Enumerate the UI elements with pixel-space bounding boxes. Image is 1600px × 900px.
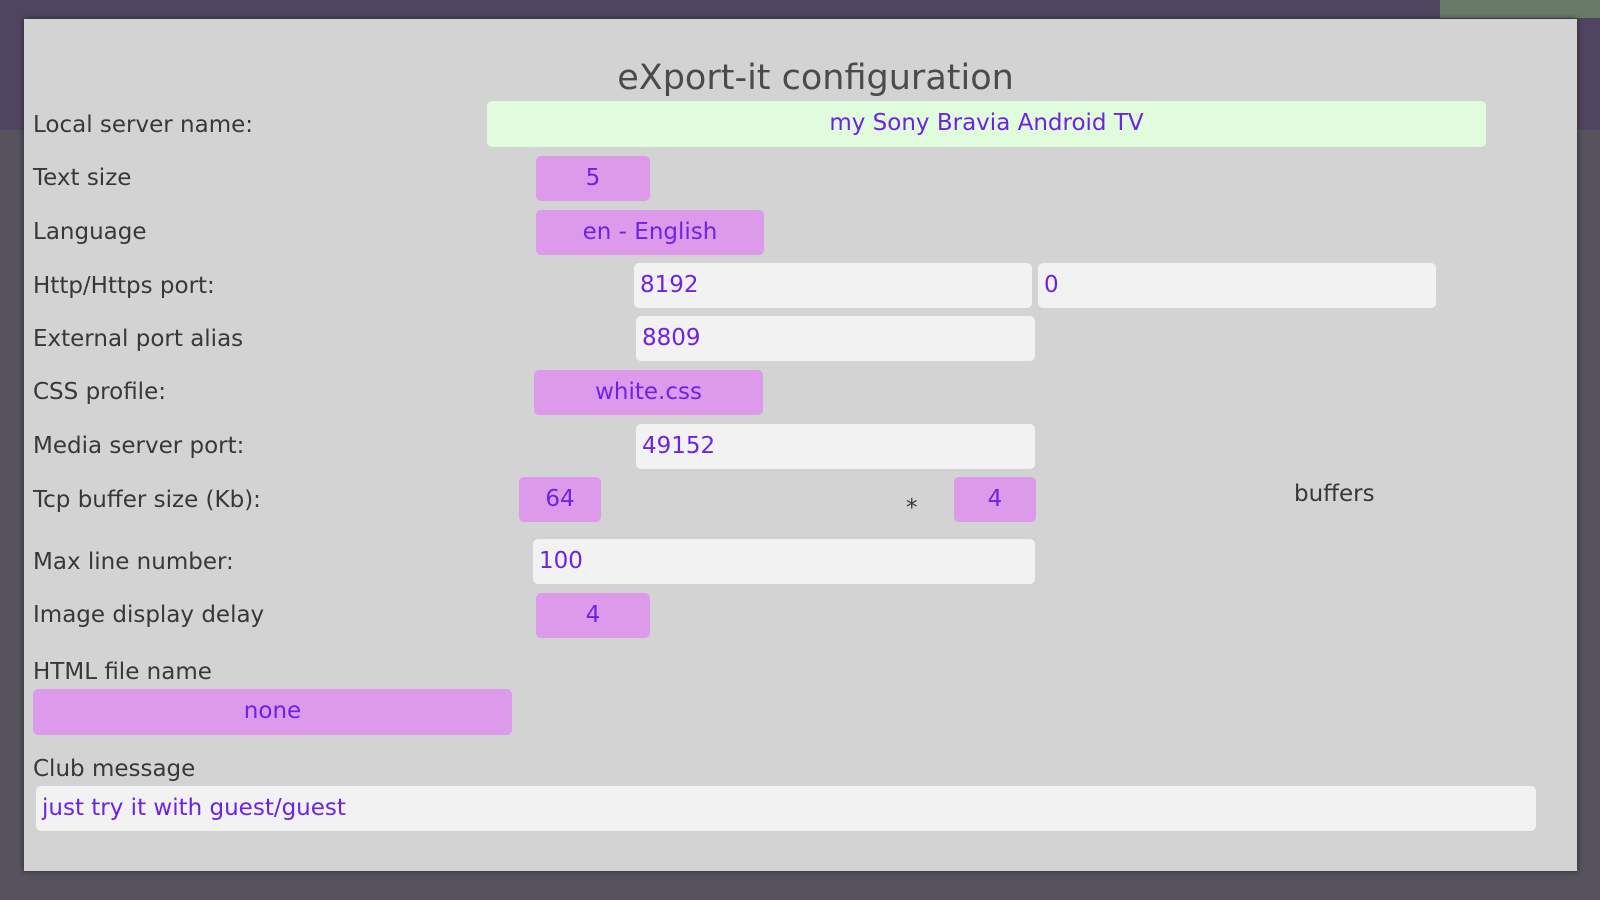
html-file-name-label: HTML file name — [33, 659, 212, 685]
config-dialog: eXport-it configuration Local server nam… — [24, 19, 1577, 871]
tcp-buffer-size-label: Tcp buffer size (Kb): — [33, 487, 261, 513]
dialog-title: eXport-it configuration — [617, 58, 1014, 98]
club-message-label: Club message — [33, 756, 196, 782]
multiply-symbol: * — [906, 495, 918, 521]
image-display-delay-label: Image display delay — [33, 602, 265, 628]
buffers-label: buffers — [1294, 481, 1375, 507]
local-server-name-input[interactable]: my Sony Bravia Android TV — [487, 101, 1486, 147]
external-port-alias-label: External port alias — [33, 326, 244, 352]
external-port-alias-input[interactable]: 8809 — [636, 316, 1035, 361]
media-server-port-input[interactable]: 49152 — [636, 424, 1035, 469]
image-display-delay-selector[interactable]: 4 — [536, 593, 650, 638]
max-line-number-input[interactable]: 100 — [533, 539, 1035, 584]
language-selector[interactable]: en - English — [536, 210, 764, 255]
media-server-port-label: Media server port: — [33, 433, 245, 459]
css-profile-selector[interactable]: white.css — [534, 370, 763, 415]
local-server-name-label: Local server name: — [33, 112, 254, 138]
language-label: Language — [33, 219, 147, 245]
max-line-number-label: Max line number: — [33, 549, 234, 575]
text-size-label: Text size — [33, 165, 132, 191]
http-port-label: Http/Https port: — [33, 273, 215, 299]
tcp-buffer-size-selector[interactable]: 64 — [519, 477, 601, 522]
http-port-input[interactable]: 8192 — [634, 263, 1032, 308]
background-accent — [1440, 0, 1600, 18]
text-size-selector[interactable]: 5 — [536, 156, 650, 201]
https-port-input[interactable]: 0 — [1038, 263, 1436, 308]
tcp-buffer-count-selector[interactable]: 4 — [954, 477, 1036, 522]
css-profile-label: CSS profile: — [33, 379, 166, 405]
html-file-name-selector[interactable]: none — [33, 689, 512, 735]
club-message-input[interactable]: just try it with guest/guest — [36, 786, 1536, 831]
